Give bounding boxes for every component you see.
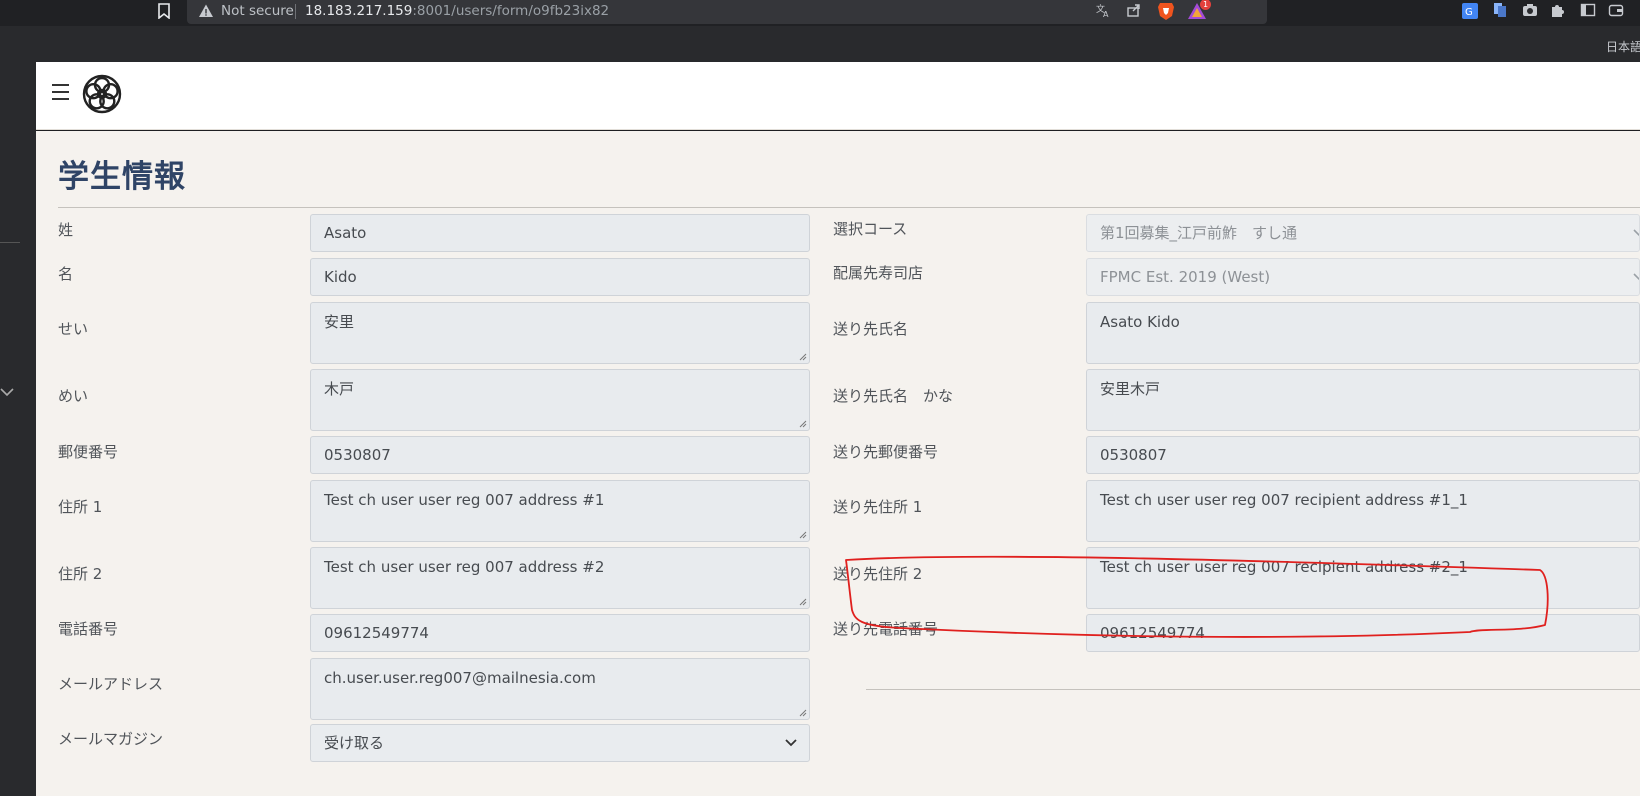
recipient-postal-code-label: 送り先郵便番号 [833,443,939,461]
last-name-kana-label: せい [58,320,89,338]
last-name-kana-value: 安里 [324,313,355,331]
phone-input[interactable]: 09612549774 [310,614,810,652]
first-name-kana-textarea[interactable]: 木戸 [310,369,810,431]
browser-toolbar: Not secure 18.183.217.159:8001/users/for… [0,0,1640,26]
sidebar-icon[interactable] [1578,2,1598,22]
first-name-input[interactable]: Kido [310,258,810,296]
course-select: 第1回募集_江戸前鮓 すし通 [1086,214,1640,252]
course-value: 第1回募集_江戸前鮓 すし通 [1100,224,1298,242]
email-textarea[interactable]: ch.user.user.reg007@mailnesia.com [310,658,810,720]
security-label[interactable]: Not secure [221,2,294,20]
google-translate-extension-icon[interactable]: G [1460,2,1480,22]
main-content: 学生情報 姓 Asato 名 Kido せい 安里 めい 木戸 郵便番号 053… [36,131,1640,796]
recipient-name-textarea[interactable]: Asato Kido [1086,302,1640,364]
address-1-label: 住所 1 [58,498,103,516]
url-path: :8001/users/form/o9fb23ix82 [412,3,610,19]
first-name-kana-value: 木戸 [324,380,355,398]
bookmarks-bar: 日本語 [0,26,1640,62]
address-2-label: 住所 2 [58,565,103,583]
chevron-down-icon [1633,259,1639,295]
recipient-phone-input[interactable]: 09612549774 [1086,614,1640,652]
logo-icon[interactable] [82,74,122,114]
recipient-name-kana-label: 送り先氏名 かな [833,387,954,405]
page-title: 学生情報 [58,159,186,195]
last-name-label: 姓 [58,221,74,239]
last-name-kana-textarea[interactable]: 安里 [310,302,810,364]
recipient-name-kana-textarea[interactable]: 安里木戸 [1086,369,1640,431]
hamburger-menu-icon[interactable] [52,84,70,100]
rewards-badge: 1 [1200,0,1211,10]
url-text[interactable]: 18.183.217.159:8001/users/form/o9fb23ix8… [305,2,609,20]
postal-code-input[interactable]: 0530807 [310,436,810,474]
copy-extension-icon[interactable] [1490,2,1510,22]
bookmark-icon[interactable] [156,3,172,21]
first-name-label: 名 [58,265,74,283]
camera-icon[interactable] [1520,2,1540,22]
last-name-input[interactable]: Asato [310,214,810,252]
svg-text:G: G [1465,7,1473,18]
divider [866,689,1640,690]
email-label: メールアドレス [58,675,164,693]
phone-label: 電話番号 [58,620,119,638]
divider [58,207,1640,208]
app-header [36,62,1640,130]
chevron-down-icon [1633,215,1639,251]
course-label: 選択コース [833,220,908,238]
divider [0,242,20,243]
warning-icon [198,3,214,19]
recipient-name-label: 送り先氏名 [833,320,909,338]
url-host: 18.183.217.159 [305,3,413,19]
svg-text:A: A [1103,10,1109,18]
resize-handle-icon[interactable] [799,709,807,717]
recipient-address-2-label: 送り先住所 2 [833,565,923,583]
divider [295,4,296,19]
email-value: ch.user.user.reg007@mailnesia.com [324,669,596,687]
store-value: FPMC Est. 2019 (West) [1100,268,1271,286]
store-select: FPMC Est. 2019 (West) [1086,258,1640,296]
postal-code-label: 郵便番号 [58,443,119,461]
wallet-icon[interactable] [1606,2,1626,22]
address-1-value: Test ch user user reg 007 address #1 [324,491,605,509]
address-2-textarea[interactable]: Test ch user user reg 007 address #2 [310,547,810,609]
brave-shields-icon[interactable] [1157,1,1175,21]
share-icon[interactable] [1124,2,1144,22]
address-2-value: Test ch user user reg 007 address #2 [324,558,605,576]
left-panel [0,62,36,796]
resize-handle-icon[interactable] [799,420,807,428]
address-bar[interactable]: Not secure 18.183.217.159:8001/users/for… [187,0,1267,24]
resize-handle-icon[interactable] [799,353,807,361]
recipient-phone-label: 送り先電話番号 [833,620,939,638]
resize-handle-icon[interactable] [799,598,807,606]
puzzle-icon[interactable] [1548,2,1568,22]
first-name-kana-label: めい [58,387,89,405]
translate-icon[interactable]: 文A [1093,2,1113,22]
recipient-address-1-textarea[interactable]: Test ch user user reg 007 recipient addr… [1086,480,1640,542]
newsletter-select[interactable]: 受け取る [310,724,810,762]
language-label[interactable]: 日本語 [1606,38,1640,55]
newsletter-value: 受け取る [324,734,385,752]
recipient-address-2-textarea[interactable]: Test ch user user reg 007 recipient addr… [1086,547,1640,609]
newsletter-label: メールマガジン [58,730,164,748]
resize-handle-icon[interactable] [799,531,807,539]
store-label: 配属先寿司店 [833,264,924,282]
recipient-address-1-label: 送り先住所 1 [833,498,923,516]
recipient-postal-code-input[interactable]: 0530807 [1086,436,1640,474]
chevron-down-icon[interactable] [0,386,16,402]
chevron-down-icon [785,725,797,761]
extensions-area: G [1452,0,1640,26]
address-1-textarea[interactable]: Test ch user user reg 007 address #1 [310,480,810,542]
